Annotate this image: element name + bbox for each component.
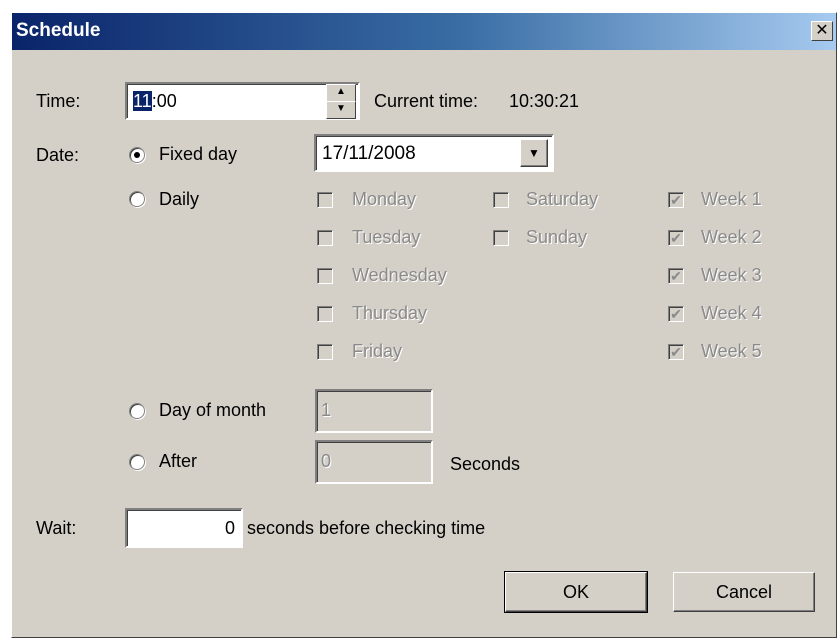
time-label: Time: [36, 91, 81, 111]
spin-up-icon: ▲ [336, 86, 346, 97]
day-of-month-input[interactable]: 1 [315, 389, 433, 433]
current-time-value: 10:30:21 [509, 91, 580, 111]
ok-button[interactable]: OK [504, 571, 648, 613]
title-bar: Schedule ✕ [12, 13, 836, 50]
week-2-label: Week 2 [701, 227, 762, 247]
after-label: After [159, 451, 198, 471]
week-1-label: Week 1 [701, 189, 762, 209]
week-1-checkbox[interactable]: ✔ [668, 192, 684, 208]
close-icon: ✕ [815, 22, 829, 39]
week-3-label: Week 3 [701, 265, 762, 285]
close-button[interactable]: ✕ [811, 21, 833, 41]
sunday-checkbox[interactable] [493, 230, 509, 246]
wednesday-label: Wednesday [352, 265, 447, 285]
week-4-checkbox[interactable]: ✔ [668, 306, 684, 322]
time-minutes: :00 [151, 91, 177, 111]
monday-label: Monday [352, 189, 417, 209]
chevron-down-icon: ▼ [528, 146, 540, 160]
fixed-day-date-value: 17/11/2008 [322, 143, 416, 164]
tuesday-label: Tuesday [352, 227, 421, 247]
thursday-label: Thursday [352, 303, 428, 323]
wait-seconds-input[interactable]: 0 [125, 508, 243, 548]
day-of-month-label: Day of month [159, 400, 267, 420]
fixed-day-date-select[interactable]: 17/11/2008 ▼ [314, 134, 554, 172]
day-of-month-value: 1 [321, 400, 332, 420]
week-2-checkbox[interactable]: ✔ [668, 230, 684, 246]
after-radio[interactable] [129, 454, 145, 470]
schedule-dialog: Schedule ✕ Time: 11:00 ▲ ▼ Current time:… [11, 12, 837, 638]
daily-label: Daily [159, 189, 200, 209]
wait-label: Wait: [36, 518, 77, 538]
time-spin-up[interactable]: ▲ [326, 84, 356, 102]
after-seconds-input[interactable]: 0 [315, 440, 433, 484]
saturday-checkbox[interactable] [493, 192, 509, 208]
wednesday-checkbox[interactable] [317, 268, 333, 284]
week-3-checkbox[interactable]: ✔ [668, 268, 684, 284]
date-dropdown-button[interactable]: ▼ [520, 139, 548, 167]
check-icon: ✔ [670, 192, 682, 208]
fixed-day-label: Fixed day [159, 144, 238, 164]
day-of-month-radio[interactable] [129, 403, 145, 419]
seconds-label: Seconds [450, 454, 521, 474]
check-icon: ✔ [670, 344, 682, 360]
spin-down-icon: ▼ [336, 103, 346, 114]
sunday-label: Sunday [526, 227, 588, 247]
current-time-label: Current time: [374, 91, 479, 111]
time-hours-selected: 11 [133, 91, 152, 111]
tuesday-checkbox[interactable] [317, 230, 333, 246]
wait-suffix: seconds before checking time [247, 518, 486, 538]
time-spin-down[interactable]: ▼ [326, 101, 356, 119]
saturday-label: Saturday [526, 189, 599, 209]
after-seconds-value: 0 [321, 451, 332, 471]
week-4-label: Week 4 [701, 303, 762, 323]
cancel-button[interactable]: Cancel [673, 572, 815, 612]
week-5-checkbox[interactable]: ✔ [668, 344, 684, 360]
week-5-label: Week 5 [701, 341, 762, 361]
fixed-day-radio[interactable] [129, 147, 145, 163]
friday-checkbox[interactable] [317, 344, 333, 360]
date-label: Date: [36, 145, 80, 165]
dialog-title: Schedule [16, 20, 101, 41]
check-icon: ✔ [670, 230, 682, 246]
time-input[interactable]: 11:00 ▲ ▼ [125, 82, 360, 120]
check-icon: ✔ [670, 306, 682, 322]
thursday-checkbox[interactable] [317, 306, 333, 322]
daily-radio[interactable] [129, 191, 145, 207]
check-icon: ✔ [670, 268, 682, 284]
monday-checkbox[interactable] [317, 192, 333, 208]
friday-label: Friday [352, 341, 403, 361]
wait-seconds-value: 0 [224, 518, 235, 538]
